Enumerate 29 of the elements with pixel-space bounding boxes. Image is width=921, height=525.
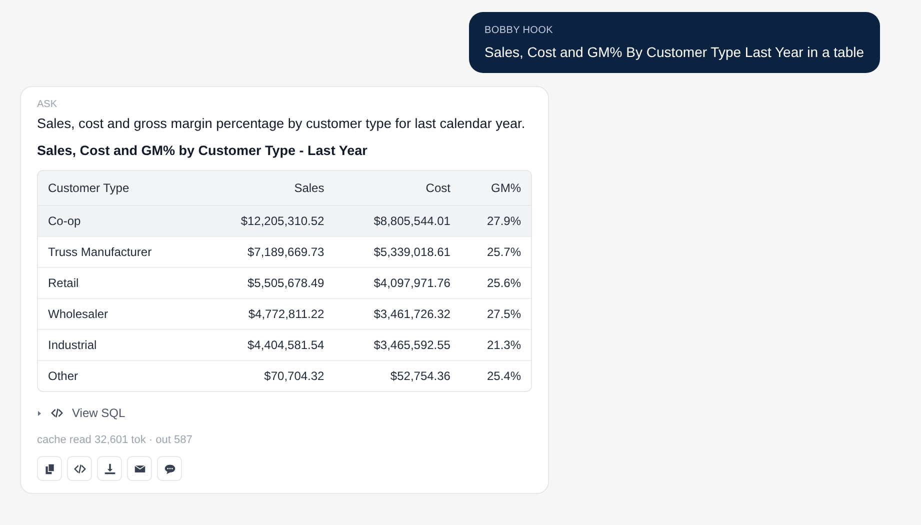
table-cell: 25.4% [460, 360, 531, 391]
copy-icon [44, 462, 56, 474]
table-cell: Other [38, 360, 200, 391]
table-cell: $8,805,544.01 [334, 206, 460, 236]
column-header: Sales [199, 171, 334, 206]
table-cell: Co-op [38, 206, 200, 236]
code-icon [74, 462, 86, 474]
column-header: Cost [334, 171, 460, 206]
author-name: BOBBY HOOK [484, 25, 554, 36]
download-button[interactable] [97, 456, 122, 481]
card-label: ASK [37, 99, 58, 110]
table-cell: $12,205,310.52 [199, 206, 334, 236]
column-header: Customer Type [38, 171, 200, 206]
copy-button[interactable] [37, 456, 62, 481]
caret-icon [37, 410, 42, 416]
envelope-button[interactable] [127, 456, 152, 481]
chat-icon [164, 462, 176, 474]
table-cell: 27.9% [460, 206, 531, 236]
download-icon [104, 462, 116, 474]
table-title: Sales, Cost and GM% by Customer Type - Last Year [37, 143, 368, 158]
message-text: Sales, Cost and GM% By Customer Type Last Year in a table [484, 44, 864, 60]
code-button[interactable] [67, 456, 92, 481]
column-header: GM% [460, 171, 531, 206]
code-icon [50, 407, 64, 419]
question-text: Sales, cost and gross margin percentage by customer type for last calendar year. [37, 116, 526, 131]
view-sql-toggle[interactable]: View SQL [37, 406, 126, 420]
envelope-icon [134, 462, 146, 474]
usage-text: cache read 32,601 tok · out 587 [37, 434, 194, 446]
chat-button[interactable] [157, 456, 182, 481]
